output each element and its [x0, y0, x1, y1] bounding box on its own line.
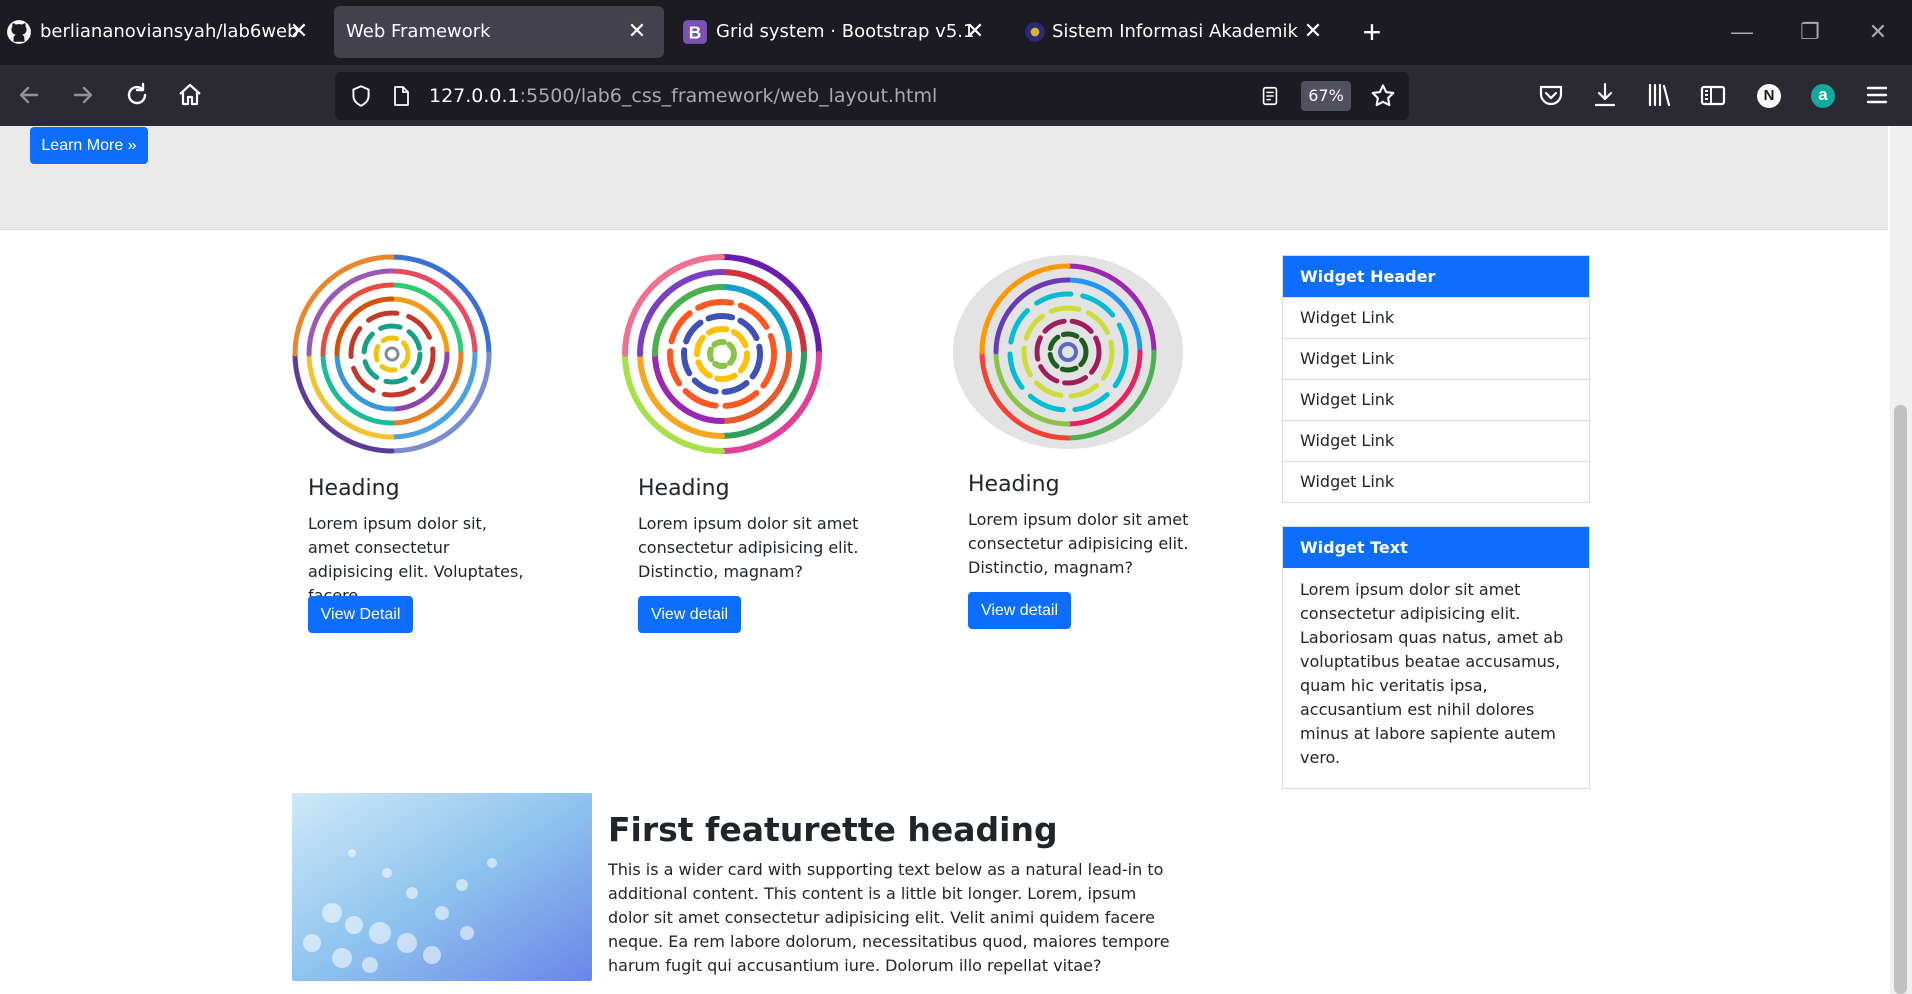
window-close-icon[interactable]: ✕: [1858, 14, 1898, 50]
widget-text-panel: Widget Text Lorem ipsum dolor sit amet c…: [1282, 526, 1590, 789]
svg-text:B: B: [689, 23, 702, 43]
tab-label: Grid system · Bootstrap v5.1: [716, 21, 975, 42]
url-path: :5500/lab6_css_framework/web_layout.html: [519, 85, 938, 107]
jumbotron: Learn More »: [0, 126, 1888, 230]
downloads-icon[interactable]: [1589, 79, 1621, 111]
card-1: Heading Lorem ipsum dolor sit, amet cons…: [292, 254, 552, 654]
shield-icon[interactable]: [348, 83, 374, 109]
extension-icon[interactable]: a: [1811, 84, 1835, 108]
home-icon[interactable]: [174, 79, 206, 111]
reload-icon[interactable]: [121, 79, 153, 111]
minimize-icon[interactable]: —: [1722, 14, 1762, 50]
campus-logo-icon: [1025, 22, 1045, 42]
sidebar-icon[interactable]: [1697, 79, 1729, 111]
card-2: Heading Lorem ipsum dolor sit amet conse…: [622, 254, 882, 654]
view-detail-button[interactable]: View Detail: [308, 596, 413, 633]
widget-link[interactable]: Widget Link: [1283, 297, 1589, 338]
card-heading: Heading: [308, 476, 400, 501]
forward-icon[interactable]: [67, 79, 99, 111]
widget-text-body: Lorem ipsum dolor sit amet consectetur a…: [1300, 580, 1564, 767]
tab-label: Web Framework: [346, 21, 491, 42]
close-tab-icon[interactable]: ✕: [1300, 18, 1326, 44]
scrollbar-thumb[interactable]: [1894, 405, 1907, 994]
widget-link[interactable]: Widget Link: [1283, 461, 1589, 502]
widget-links-panel: Widget Header Widget Link Widget Link Wi…: [1282, 255, 1590, 503]
bookmark-star-icon[interactable]: [1369, 82, 1397, 110]
diamonds-image: [292, 793, 592, 981]
view-detail-button[interactable]: View detail: [968, 592, 1071, 629]
widget-text-header: Widget Text: [1283, 527, 1589, 568]
tab-strip: berliananoviansyah/lab6web ✕ Web Framewo…: [0, 0, 1912, 65]
close-tab-icon[interactable]: ✕: [962, 18, 988, 44]
widget-link[interactable]: Widget Link: [1283, 338, 1589, 379]
card-text: Lorem ipsum dolor sit amet consectetur a…: [968, 510, 1189, 577]
url-host: 127.0.0.1: [429, 85, 520, 107]
card-text: Lorem ipsum dolor sit amet consectetur a…: [638, 514, 859, 581]
reader-view-icon[interactable]: [1259, 84, 1281, 108]
card-heading: Heading: [968, 472, 1060, 497]
back-icon[interactable]: [13, 79, 45, 111]
card-text: Lorem ipsum dolor sit, amet consectetur …: [308, 514, 524, 605]
page-viewport: Learn More » Heading Lorem ipsum dolor s…: [0, 126, 1890, 994]
page-icon[interactable]: [389, 83, 413, 109]
menu-icon[interactable]: [1861, 79, 1893, 111]
tab-label: berliananoviansyah/lab6web: [40, 21, 299, 42]
widget-header: Widget Header: [1283, 256, 1589, 297]
new-tab-button[interactable]: +: [1356, 16, 1388, 48]
close-tab-icon[interactable]: ✕: [286, 18, 312, 44]
learn-more-button[interactable]: Learn More »: [30, 127, 148, 164]
zoom-level-badge[interactable]: 67%: [1301, 81, 1351, 111]
tab-sistem-informasi[interactable]: Sistem Informasi Akademik ✕: [1010, 6, 1340, 58]
card-heading: Heading: [638, 476, 730, 501]
library-icon[interactable]: [1643, 79, 1675, 111]
tab-label: Sistem Informasi Akademik: [1052, 21, 1298, 42]
widget-link[interactable]: Widget Link: [1283, 379, 1589, 420]
address-bar[interactable]: 127.0.0.1:5500/lab6_css_framework/web_la…: [335, 72, 1409, 120]
pocket-icon[interactable]: [1535, 79, 1567, 111]
github-icon: [7, 20, 31, 44]
view-detail-button[interactable]: View detail: [638, 596, 741, 633]
card-3: Heading Lorem ipsum dolor sit amet conse…: [952, 254, 1212, 654]
account-avatar[interactable]: N: [1757, 84, 1781, 108]
widget-link[interactable]: Widget Link: [1283, 420, 1589, 461]
bootstrap-icon: B: [683, 20, 707, 44]
tab-bootstrap[interactable]: B Grid system · Bootstrap v5.1 ✕: [672, 6, 1002, 58]
close-tab-icon[interactable]: ✕: [624, 18, 650, 44]
featurette-text: This is a wider card with supporting tex…: [608, 860, 1170, 975]
colorful-spiral-image-1: [292, 254, 492, 454]
tab-web-framework[interactable]: Web Framework ✕: [334, 6, 664, 58]
tab-github[interactable]: berliananoviansyah/lab6web ✕: [0, 6, 326, 58]
restore-icon[interactable]: ❐: [1790, 14, 1830, 50]
url-text[interactable]: 127.0.0.1:5500/lab6_css_framework/web_la…: [429, 85, 937, 107]
colorful-spiral-image-3: [953, 255, 1183, 449]
colorful-spiral-image-2: [622, 254, 822, 454]
featurette-heading: First featurette heading: [608, 810, 1058, 849]
